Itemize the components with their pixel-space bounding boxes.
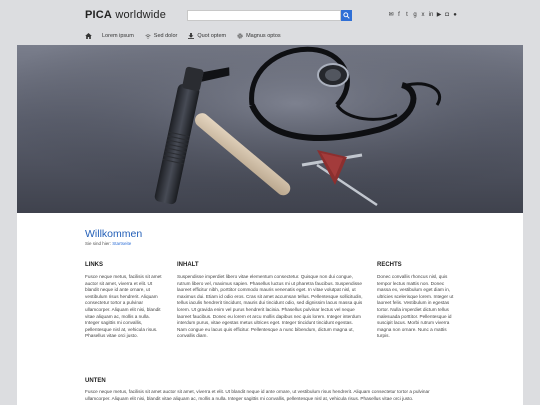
instagram-icon[interactable]: ◘ — [444, 12, 450, 18]
breadcrumb: Sie sind hier: Startseite — [85, 241, 131, 246]
brand-rest: worldwide — [112, 9, 167, 21]
breadcrumb-prefix: Sie sind hier: — [85, 241, 112, 246]
nav-item-quot-optem[interactable]: Quot optem — [188, 33, 226, 39]
column-text-middle: Suspendisse imperdiet libero vitae eleme… — [177, 274, 363, 339]
social-links: ✉ f t g x in ▶ ◘ ● — [388, 12, 458, 18]
brand-bold: PICA — [85, 9, 113, 21]
search-icon — [343, 12, 350, 19]
nav-label-home: Lorem ipsum — [102, 33, 134, 39]
site-logo[interactable]: PICA worldwide — [85, 9, 166, 21]
xing-icon[interactable]: x — [420, 12, 426, 18]
wifi-icon — [145, 33, 151, 39]
nav-item-sed-dolor[interactable]: Sed dolor — [145, 33, 178, 39]
bottom-section-title: UNTEN — [85, 378, 106, 384]
gear-icon — [237, 33, 243, 39]
bottom-section-text: Fusce neque metus, facilisis sit amet au… — [85, 389, 430, 401]
search-input[interactable] — [187, 10, 341, 21]
page-title: Willkommen — [85, 228, 143, 240]
facebook-icon[interactable]: f — [396, 12, 402, 18]
search-button[interactable] — [341, 10, 352, 21]
column-text-left: Fusce neque metus, facilisis sit amet au… — [85, 274, 162, 339]
column-text-right: Donec convallis rhoncus nisl, quis tempo… — [377, 274, 454, 339]
column-title-middle: INHALT — [177, 262, 199, 268]
nav-label-quot-optem: Quot optem — [197, 33, 227, 39]
nav-label-magnus-optos: Magnus optos — [246, 33, 281, 39]
search-bar — [187, 10, 352, 21]
nav-label-sed-dolor: Sed dolor — [153, 33, 178, 39]
flickr-icon[interactable]: ● — [452, 12, 458, 18]
nav-item-magnus-optos[interactable]: Magnus optos — [237, 33, 281, 39]
column-title-right: RECHTS — [377, 262, 402, 268]
nav-item-home[interactable]: Lorem ipsum — [85, 33, 134, 39]
twitter-icon[interactable]: t — [404, 12, 410, 18]
youtube-icon[interactable]: ▶ — [436, 12, 442, 18]
page: PICA worldwide ✉ f t g x in ▶ ◘ ● Lorem … — [0, 0, 540, 405]
column-title-left: LINKS — [85, 262, 103, 268]
linkedin-icon[interactable]: in — [428, 12, 434, 18]
mail-icon[interactable]: ✉ — [388, 12, 394, 18]
breadcrumb-link-home[interactable]: Startseite — [112, 241, 131, 246]
medical-instruments-illustration — [17, 45, 523, 213]
googleplus-icon[interactable]: g — [412, 12, 418, 18]
main-navigation: Lorem ipsum Sed dolor Quot optem Magnus … — [85, 33, 292, 39]
hero-image — [17, 45, 523, 213]
download-icon — [188, 33, 195, 39]
home-icon — [85, 33, 92, 39]
